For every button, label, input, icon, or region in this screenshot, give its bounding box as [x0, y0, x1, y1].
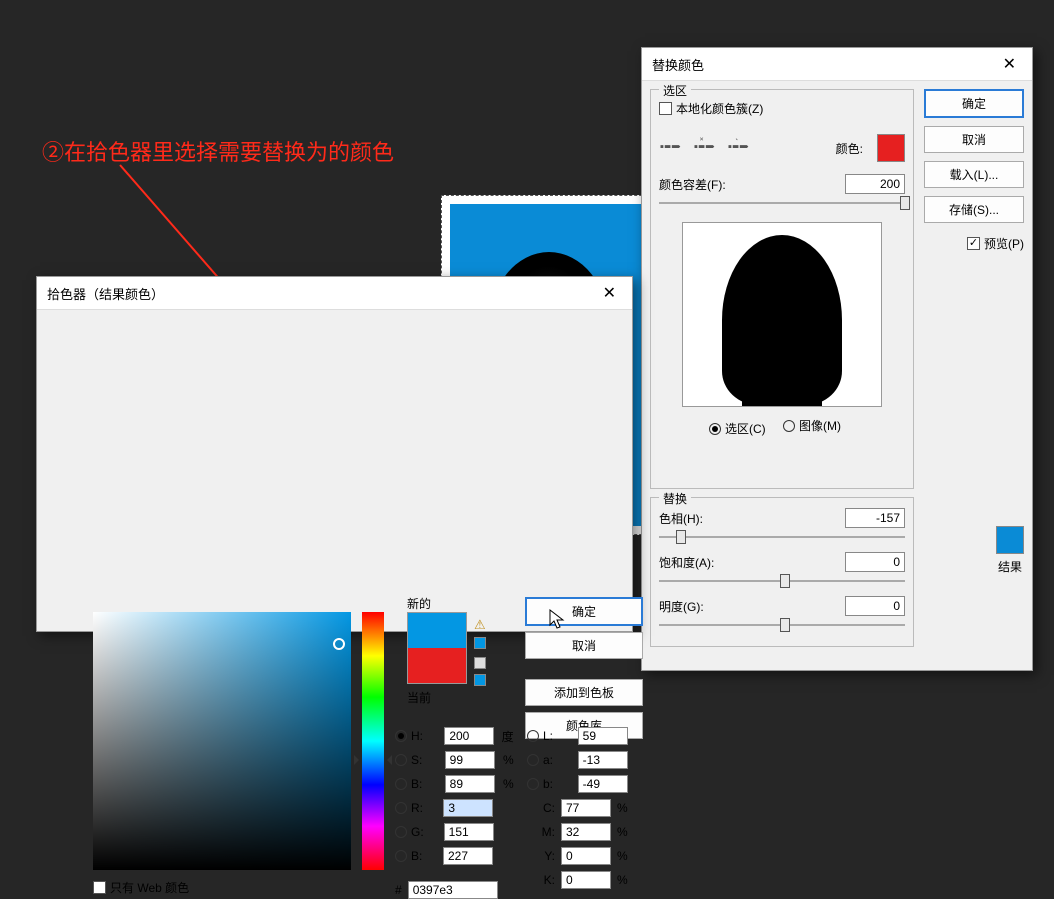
radio-bc[interactable]: B:	[395, 849, 422, 863]
y-input[interactable]	[561, 847, 611, 865]
source-color-swatch[interactable]	[877, 134, 905, 162]
fuzziness-slider[interactable]	[659, 198, 905, 210]
replace-title: 替换颜色	[652, 55, 704, 74]
preview-checkbox[interactable]: ✓ 预览(P)	[967, 235, 1024, 252]
radio-image[interactable]: 图像(M)	[783, 417, 841, 434]
m-input[interactable]	[561, 823, 611, 841]
svg-text:-: -	[732, 135, 740, 143]
current-color[interactable]	[408, 648, 466, 683]
radio-a[interactable]: a:	[527, 753, 553, 767]
svg-text:+: +	[697, 134, 707, 144]
add-swatch-button[interactable]: 添加到色板	[525, 679, 643, 706]
hex-input[interactable]	[408, 881, 498, 899]
localize-label: 本地化颜色簇(Z)	[676, 100, 763, 117]
cube-swatch[interactable]	[474, 674, 486, 686]
radio-lab-b[interactable]: b:	[527, 777, 553, 791]
hue-slider[interactable]	[659, 532, 905, 544]
new-label: 新的	[407, 595, 431, 612]
fuzziness-label: 颜色容差(F):	[659, 176, 726, 193]
color-compare	[407, 612, 467, 684]
selection-group: 选区 本地化颜色簇(Z) + - 颜色:	[650, 89, 914, 489]
bc-input[interactable]	[443, 847, 493, 865]
sat-input[interactable]	[845, 552, 905, 572]
load-button[interactable]: 载入(L)...	[924, 161, 1024, 188]
localize-checkbox[interactable]: 本地化颜色簇(Z)	[659, 100, 763, 117]
radio-s[interactable]: S:	[395, 753, 422, 767]
web-only-checkbox[interactable]: 只有 Web 颜色	[93, 879, 189, 896]
picker-cancel-button[interactable]: 取消	[525, 632, 643, 659]
eyedropper-minus-icon[interactable]: -	[723, 134, 751, 162]
light-label: 明度(G):	[659, 598, 704, 615]
s-input[interactable]	[445, 751, 495, 769]
color-field-cursor	[333, 638, 345, 650]
warning-icon[interactable]: ⚠	[474, 617, 486, 633]
k-input[interactable]	[561, 871, 611, 889]
cancel-button[interactable]: 取消	[924, 126, 1024, 153]
close-icon[interactable]: ✕	[997, 54, 1022, 74]
new-color[interactable]	[408, 613, 466, 648]
h-input[interactable]	[444, 727, 494, 745]
annotation-2: ②在拾色器里选择需要替换为的颜色	[42, 135, 394, 167]
radio-r[interactable]: R:	[395, 801, 423, 815]
eyedropper-icon[interactable]	[655, 134, 683, 162]
b-input[interactable]	[445, 775, 495, 793]
hue-input[interactable]	[845, 508, 905, 528]
replace-group: 替换 色相(H): 饱和度(A): 明度(G):	[650, 497, 914, 647]
radio-selection[interactable]: 选区(C)	[709, 420, 766, 437]
hue-label: 色相(H):	[659, 510, 703, 527]
eyedropper-plus-icon[interactable]: +	[689, 134, 717, 162]
radio-b[interactable]: B:	[395, 777, 422, 791]
ok-button[interactable]: 确定	[924, 89, 1024, 118]
color-field[interactable]	[93, 612, 351, 870]
replace-titlebar: 替换颜色 ✕	[642, 48, 1032, 81]
sat-slider[interactable]	[659, 576, 905, 588]
result-label: 结果	[996, 558, 1024, 575]
fuzziness-input[interactable]	[845, 174, 905, 194]
replace-group-label: 替换	[659, 490, 691, 507]
result-swatch[interactable]	[996, 526, 1024, 554]
c-input[interactable]	[561, 799, 611, 817]
replace-color-dialog: 替换颜色 ✕ 选区 本地化颜色簇(Z) + -	[641, 47, 1033, 671]
light-input[interactable]	[845, 596, 905, 616]
g-input[interactable]	[444, 823, 494, 841]
current-label: 当前	[407, 689, 431, 706]
radio-g[interactable]: G:	[395, 825, 424, 839]
hex-prefix: #	[395, 883, 402, 897]
cube-icon[interactable]	[474, 657, 486, 669]
sat-label: 饱和度(A):	[659, 554, 714, 571]
save-button[interactable]: 存储(S)...	[924, 196, 1024, 223]
warning-swatch[interactable]	[474, 637, 486, 649]
selection-group-label: 选区	[659, 82, 691, 99]
a-input[interactable]	[578, 751, 628, 769]
color-label: 颜色:	[836, 140, 863, 157]
r-input[interactable]	[443, 799, 493, 817]
selection-preview	[682, 222, 882, 407]
picker-ok-button[interactable]: 确定	[525, 597, 643, 626]
lab-b-input[interactable]	[578, 775, 628, 793]
light-slider[interactable]	[659, 620, 905, 632]
radio-h[interactable]: H:	[395, 729, 423, 743]
l-input[interactable]	[578, 727, 628, 745]
radio-l[interactable]: L:	[527, 729, 553, 743]
picker-close-icon[interactable]: ✕	[597, 283, 622, 303]
picker-title: 拾色器（结果颜色）	[47, 284, 164, 303]
color-picker-dialog: 拾色器（结果颜色） ✕ 新的 当前 ⚠ 确定 取消 添加到色板 颜色库 H: 度…	[36, 276, 633, 632]
picker-titlebar: 拾色器（结果颜色） ✕	[37, 277, 632, 310]
hue-strip[interactable]	[362, 612, 384, 870]
hue-cursor	[356, 754, 390, 764]
